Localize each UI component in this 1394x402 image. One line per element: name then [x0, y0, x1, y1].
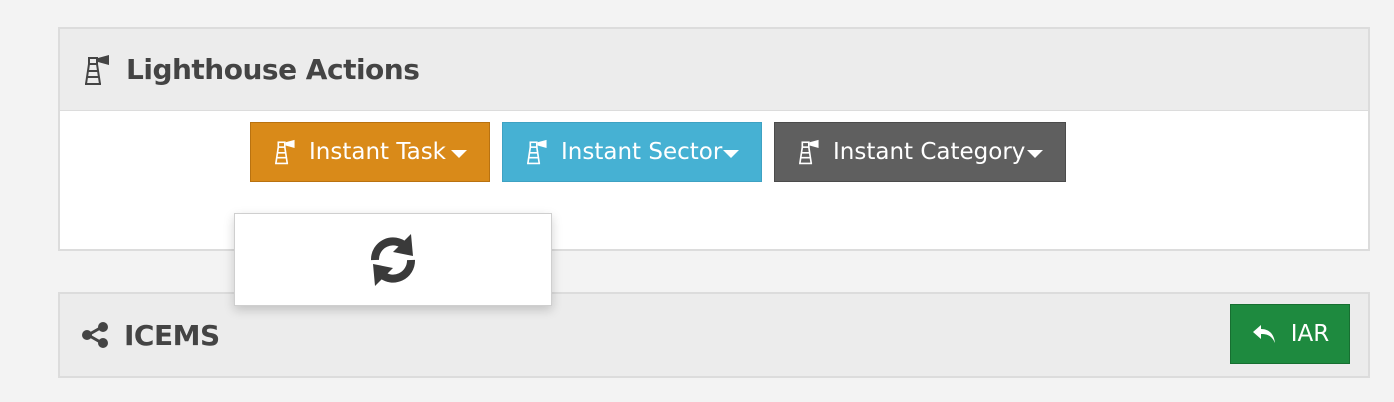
instant-sector-button[interactable]: Instant Sector	[502, 122, 762, 182]
lighthouse-actions-header: Lighthouse Actions	[60, 29, 1368, 111]
iar-button[interactable]: IAR	[1230, 304, 1350, 364]
icems-header: ICEMS IAR	[60, 294, 1368, 376]
button-label: Instant Sector	[561, 139, 723, 165]
instant-task-button[interactable]: Instant Task	[250, 122, 490, 182]
reply-icon	[1252, 325, 1275, 343]
button-label: Instant Task	[309, 139, 447, 165]
chevron-down-icon	[451, 150, 467, 158]
lighthouse-icon	[799, 139, 819, 165]
panel-title: ICEMS	[124, 318, 220, 352]
lighthouse-icon	[527, 139, 547, 165]
lighthouse-icon	[275, 139, 295, 165]
button-label: IAR	[1290, 321, 1330, 347]
chevron-down-icon	[723, 150, 739, 158]
button-label: Instant Category	[833, 139, 1026, 165]
instant-category-button[interactable]: Instant Category	[774, 122, 1066, 182]
panel-title: Lighthouse Actions	[126, 53, 420, 86]
lighthouse-icon	[85, 54, 109, 85]
chevron-down-icon	[1027, 150, 1043, 158]
instant-task-dropdown	[234, 213, 552, 306]
share-icon	[82, 322, 108, 348]
refresh-icon	[371, 233, 415, 286]
